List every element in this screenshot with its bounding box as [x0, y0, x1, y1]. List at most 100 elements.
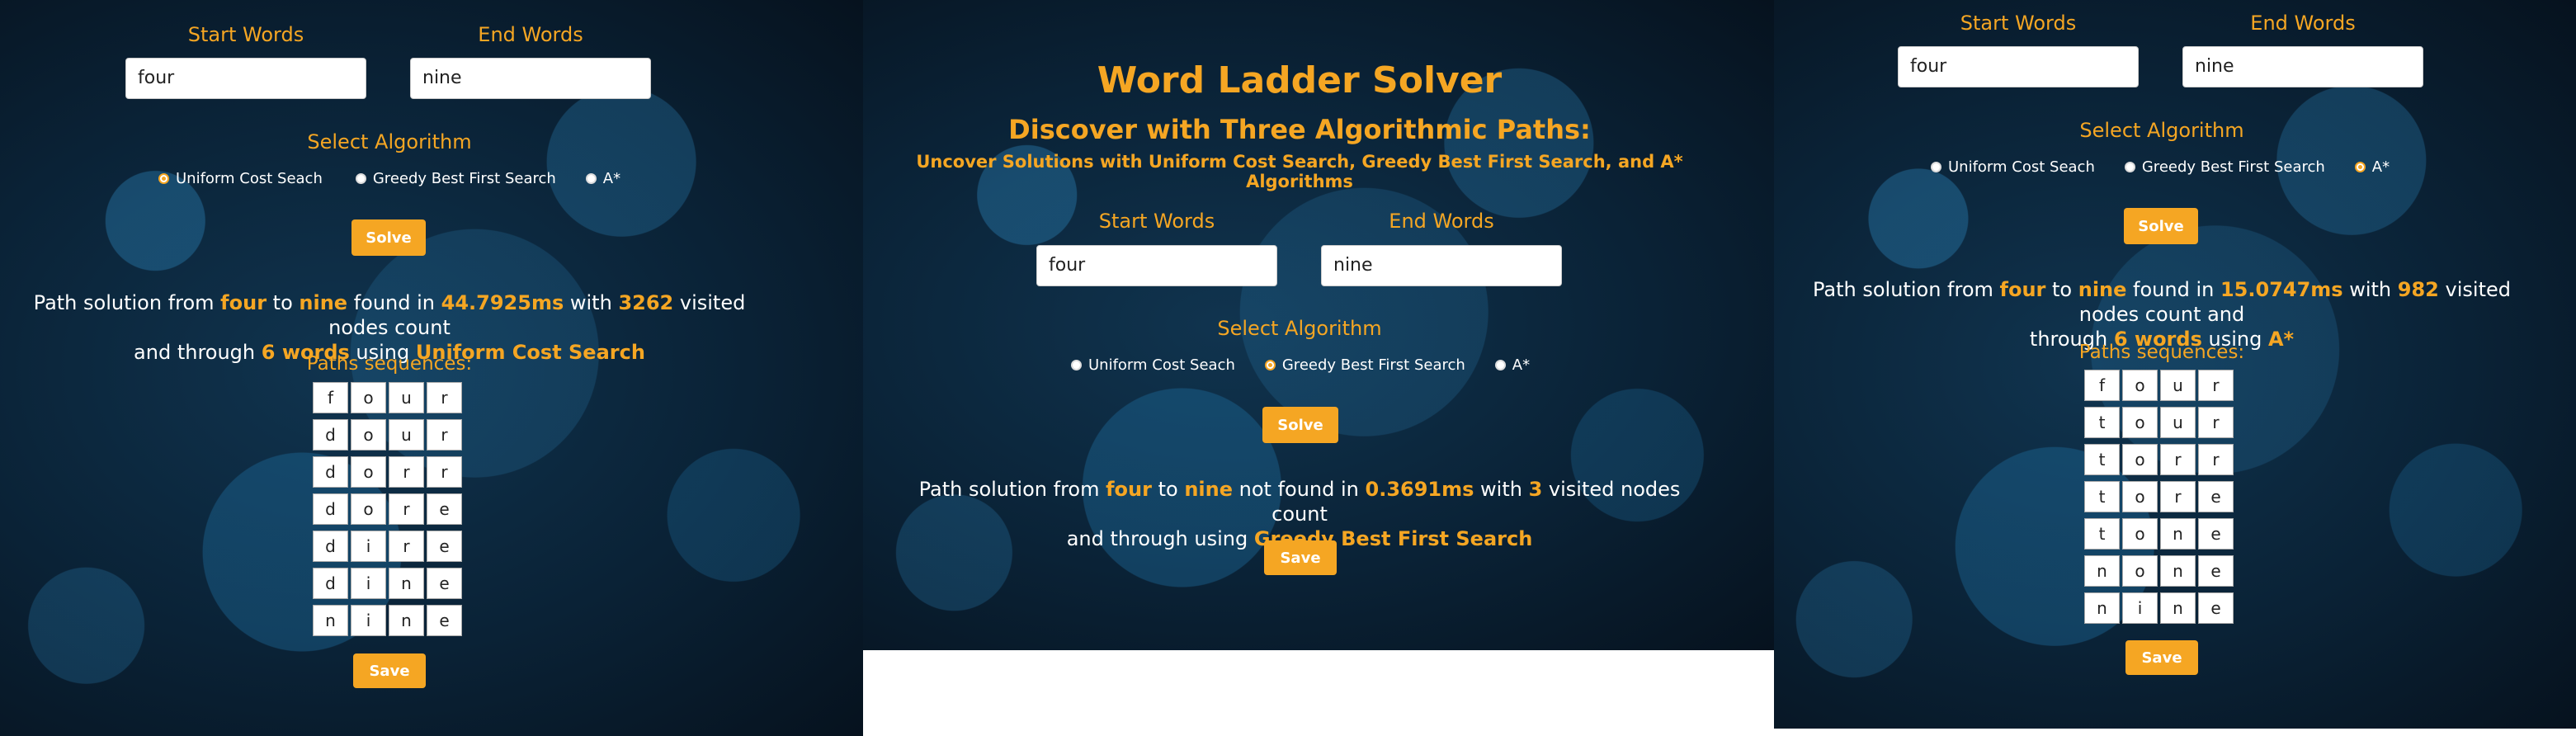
radio-greedy[interactable]	[355, 173, 366, 184]
path-letter-cell: r	[2160, 481, 2196, 512]
path-letter-cell: r	[427, 419, 462, 451]
path-letter-cell: n	[2160, 518, 2196, 550]
result-to-word: nine	[1184, 478, 1233, 501]
radio-option-greedy[interactable]: Greedy Best First Search	[1264, 356, 1465, 374]
radio-option-greedy[interactable]: Greedy Best First Search	[2124, 158, 2325, 176]
path-letter-cell: o	[351, 493, 386, 525]
end-word-input[interactable]: nine	[2182, 46, 2423, 87]
blank-area	[863, 650, 1774, 736]
result-visited-count: 982	[2397, 278, 2439, 301]
path-letter-cell: u	[389, 419, 424, 451]
path-letter-cell: o	[2122, 555, 2158, 587]
path-letter-cell: i	[351, 531, 386, 562]
solve-button[interactable]: Solve	[1262, 407, 1338, 443]
path-letter-cell: d	[313, 493, 348, 525]
start-word-input[interactable]: four	[125, 58, 366, 99]
path-letter-cell: r	[389, 531, 424, 562]
path-row: nine	[2084, 592, 2234, 624]
result-text: Path solution from four to nine found in…	[1813, 278, 2511, 351]
radio-option-astar[interactable]: A*	[585, 170, 620, 187]
radio-option-ucs[interactable]: Uniform Cost Seach	[1931, 158, 2095, 176]
end-word-input[interactable]: nine	[1321, 245, 1562, 286]
result-from-word: four	[1999, 278, 2046, 301]
result-to-word: nine	[299, 291, 348, 314]
path-letter-cell: o	[2122, 481, 2158, 512]
path-letter-cell: f	[313, 382, 348, 413]
path-letter-cell: i	[351, 568, 386, 599]
page-description: Uncover Solutions with Uniform Cost Sear…	[916, 152, 1683, 191]
path-letter-cell: e	[427, 531, 462, 562]
save-button[interactable]: Save	[2125, 640, 2198, 675]
radio-ucs[interactable]	[1071, 360, 1082, 370]
path-letter-cell: n	[313, 605, 348, 636]
path-row: tore	[2084, 481, 2234, 512]
radio-option-ucs[interactable]: Uniform Cost Seach	[158, 170, 323, 187]
path-letter-cell: n	[2160, 555, 2196, 587]
select-algorithm-label: Select Algorithm	[2079, 119, 2244, 142]
path-row: torr	[2084, 444, 2234, 475]
path-row: dire	[313, 531, 462, 562]
algorithm-radio-group: Uniform Cost Seach Greedy Best First Sea…	[158, 170, 620, 187]
path-letter-cell: t	[2084, 518, 2120, 550]
path-letter-cell: r	[2198, 444, 2234, 475]
path-letter-cell: o	[351, 382, 386, 413]
path-letter-cell: e	[2198, 481, 2234, 512]
path-letter-cell: u	[2160, 370, 2196, 401]
path-row: dore	[313, 493, 462, 525]
path-letter-cell: o	[2122, 444, 2158, 475]
radio-option-astar[interactable]: A*	[2354, 158, 2390, 176]
result-time: 44.7925ms	[441, 291, 564, 314]
result-from-word: four	[1106, 478, 1152, 501]
path-letter-cell: r	[389, 493, 424, 525]
path-letter-cell: o	[351, 419, 386, 451]
result-from-word: four	[220, 291, 267, 314]
path-letter-cell: e	[2198, 555, 2234, 587]
panel-ucs: Start Words End Words four nine Select A…	[0, 0, 863, 736]
path-letter-cell: n	[389, 568, 424, 599]
path-letter-cell: o	[2122, 518, 2158, 550]
select-algorithm-label: Select Algorithm	[1217, 317, 1382, 340]
radio-greedy[interactable]	[1264, 360, 1276, 370]
result-to-word: nine	[2078, 278, 2127, 301]
solve-button[interactable]: Solve	[2124, 208, 2198, 244]
path-letter-cell: f	[2084, 370, 2120, 401]
radio-astar[interactable]	[2354, 162, 2366, 172]
path-letter-cell: t	[2084, 444, 2120, 475]
radio-astar[interactable]	[1494, 360, 1506, 370]
path-letter-cell: o	[351, 456, 386, 488]
end-words-label: End Words	[1389, 210, 1494, 233]
path-letter-cell: n	[2084, 555, 2120, 587]
path-letter-cell: r	[389, 456, 424, 488]
path-grid: fourtourtorrtoretonenonenine	[2084, 370, 2234, 624]
save-button[interactable]: Save	[1264, 540, 1337, 575]
radio-option-greedy[interactable]: Greedy Best First Search	[355, 170, 556, 187]
end-word-input[interactable]: nine	[410, 58, 651, 99]
path-letter-cell: e	[2198, 518, 2234, 550]
save-button[interactable]: Save	[353, 653, 426, 688]
page-subtitle: Discover with Three Algorithmic Paths:	[1008, 114, 1591, 145]
path-letter-cell: o	[2122, 370, 2158, 401]
start-word-input[interactable]: four	[1898, 46, 2139, 87]
radio-astar[interactable]	[585, 173, 597, 184]
path-row: nine	[313, 605, 462, 636]
path-row: dour	[313, 419, 462, 451]
start-words-label: Start Words	[1960, 12, 2077, 35]
radio-ucs[interactable]	[158, 173, 169, 184]
radio-option-astar[interactable]: A*	[1494, 356, 1530, 374]
algorithm-radio-group: Uniform Cost Seach Greedy Best First Sea…	[1931, 158, 2390, 176]
path-row: tone	[2084, 518, 2234, 550]
solve-button[interactable]: Solve	[351, 219, 426, 256]
path-letter-cell: e	[427, 568, 462, 599]
path-letter-cell: d	[313, 419, 348, 451]
start-word-input[interactable]: four	[1036, 245, 1277, 286]
radio-ucs[interactable]	[1931, 162, 1941, 172]
path-row: dorr	[313, 456, 462, 488]
end-words-label: End Words	[2250, 12, 2356, 35]
path-letter-cell: o	[2122, 407, 2158, 438]
panel-astar: Start Words End Words four nine Select A…	[1774, 0, 2576, 729]
radio-option-ucs[interactable]: Uniform Cost Seach	[1071, 356, 1235, 374]
path-letter-cell: r	[427, 456, 462, 488]
path-letter-cell: d	[313, 456, 348, 488]
radio-greedy[interactable]	[2124, 162, 2135, 172]
end-words-label: End Words	[478, 23, 583, 46]
